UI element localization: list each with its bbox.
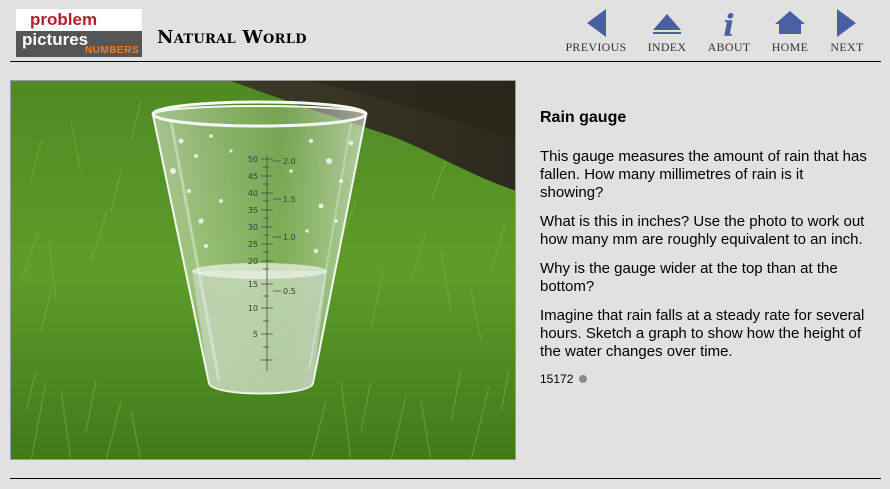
- inch-scale-label: 0.5: [283, 287, 296, 296]
- nav-about-button[interactable]: i ABOUT: [694, 8, 764, 58]
- arrow-right-icon: [837, 9, 856, 37]
- svg-text:i: i: [723, 9, 734, 38]
- question-paragraph: What is this in inches? Use the photo to…: [540, 213, 865, 248]
- question-paragraph: This gauge measures the amount of rain t…: [540, 148, 867, 201]
- nav-index-button[interactable]: INDEX: [632, 8, 702, 58]
- site-logo[interactable]: problem pictures NUMBERS: [16, 9, 142, 57]
- mm-scale-label: 40: [248, 189, 258, 198]
- info-icon: i: [723, 9, 734, 38]
- content-title: Rain gauge: [540, 109, 627, 126]
- nav-previous-label: PREVIOUS: [565, 40, 627, 54]
- inch-scale-label: 1.5: [283, 195, 296, 204]
- nav-index-label: INDEX: [647, 40, 687, 54]
- question-paragraph: Imagine that rain falls at a steady rate…: [540, 307, 865, 360]
- question-paragraph: Why is the gauge wider at the top than a…: [540, 260, 838, 295]
- logo-text-numbers: NUMBERS: [84, 45, 139, 56]
- mm-scale-label: 50: [248, 155, 258, 164]
- nav-about-label: ABOUT: [707, 40, 751, 54]
- triangle-up-icon: [653, 14, 681, 34]
- logo-text-pictures: pictures: [22, 30, 89, 49]
- mm-scale-label: 10: [248, 304, 258, 313]
- picture-id-number: 15172: [540, 372, 574, 386]
- mm-scale-label: 5: [253, 330, 258, 339]
- logo-text-problem: problem: [16, 9, 142, 31]
- header-divider: [10, 61, 881, 62]
- footer-divider: [10, 478, 881, 479]
- nav-previous-button[interactable]: PREVIOUS: [561, 8, 631, 58]
- mm-scale-label: 35: [248, 206, 258, 215]
- home-icon: [775, 11, 805, 34]
- mm-scale-label: 30: [248, 223, 258, 232]
- inch-scale-label: 2.0: [283, 157, 296, 166]
- mm-scale-label: 45: [248, 172, 258, 181]
- status-dot-icon: [579, 375, 588, 383]
- description-panel: Rain gauge This gauge measures the amoun…: [540, 107, 870, 386]
- page-title: Natural World: [157, 27, 307, 48]
- inch-scale-label: 1.0: [283, 233, 296, 242]
- mm-scale-label: 25: [248, 240, 258, 249]
- mm-scale-label: 20: [248, 257, 258, 266]
- top-navigation: PREVIOUS INDEX i ABOUT HOME NEXT: [560, 8, 880, 58]
- nav-next-button[interactable]: NEXT: [812, 8, 882, 58]
- picture-id: 15172: [540, 372, 870, 386]
- nav-next-label: NEXT: [830, 40, 864, 54]
- mm-scale-label: 15: [248, 280, 258, 289]
- rain-gauge-photo: 50 45 40 35 30 25 20 15 10 5 2.0 1.5 1.0…: [10, 80, 516, 460]
- arrow-left-icon: [587, 9, 606, 37]
